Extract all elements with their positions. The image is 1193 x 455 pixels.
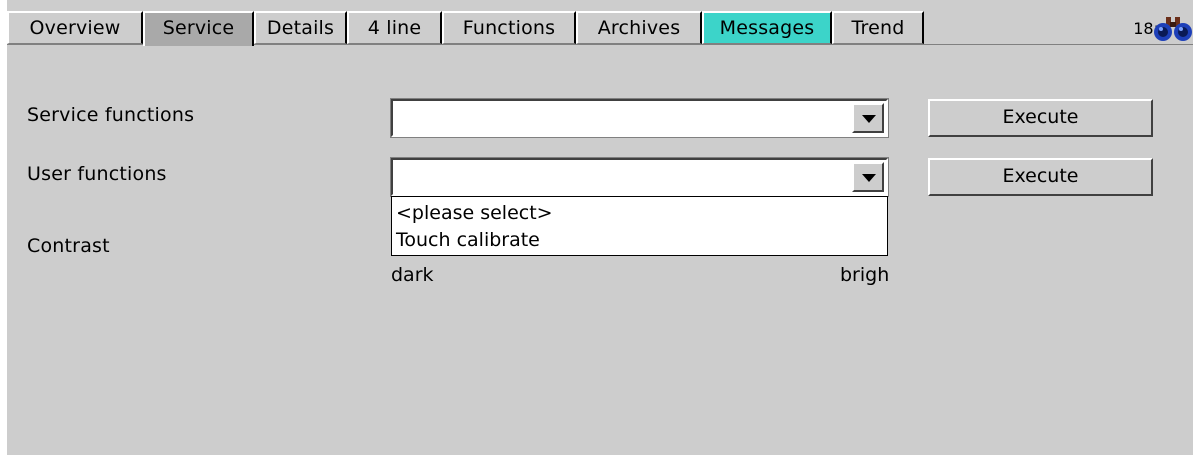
tab-messages[interactable]: Messages bbox=[702, 11, 832, 44]
chevron-down-icon bbox=[862, 174, 876, 182]
dropdown-option-touch-calibrate[interactable]: Touch calibrate bbox=[396, 229, 540, 251]
user-functions-combo[interactable] bbox=[390, 157, 889, 197]
dropdown-option-please-select[interactable]: <please select> bbox=[396, 202, 553, 224]
user-functions-label: User functions bbox=[27, 163, 167, 185]
tab-details[interactable]: Details bbox=[254, 11, 347, 44]
tab-trend[interactable]: Trend bbox=[832, 11, 924, 44]
tab-overview[interactable]: Overview bbox=[7, 11, 143, 44]
tab-bar: Overview Service Details 4 line Function… bbox=[7, 11, 1193, 46]
tab-functions[interactable]: Functions bbox=[442, 11, 576, 44]
service-functions-combo[interactable] bbox=[390, 98, 889, 138]
contrast-min-label: dark bbox=[391, 264, 434, 286]
tab-4-line[interactable]: 4 line bbox=[347, 11, 442, 44]
contrast-max-label: brigh bbox=[840, 264, 890, 286]
user-functions-dropdown-button[interactable] bbox=[852, 162, 884, 192]
service-functions-dropdown-button[interactable] bbox=[852, 103, 884, 133]
binoculars-icon[interactable] bbox=[1153, 13, 1193, 43]
user-execute-button[interactable]: Execute bbox=[928, 158, 1153, 196]
chevron-down-icon bbox=[862, 115, 876, 123]
service-functions-label: Service functions bbox=[27, 104, 195, 126]
tab-service[interactable]: Service bbox=[143, 11, 254, 46]
contrast-label: Contrast bbox=[27, 235, 110, 257]
tab-archives[interactable]: Archives bbox=[576, 11, 702, 44]
service-execute-button[interactable]: Execute bbox=[928, 99, 1153, 137]
hmi-screen: Overview Service Details 4 line Function… bbox=[7, 0, 1193, 455]
user-functions-dropdown-list: <please select> Touch calibrate bbox=[391, 196, 888, 256]
